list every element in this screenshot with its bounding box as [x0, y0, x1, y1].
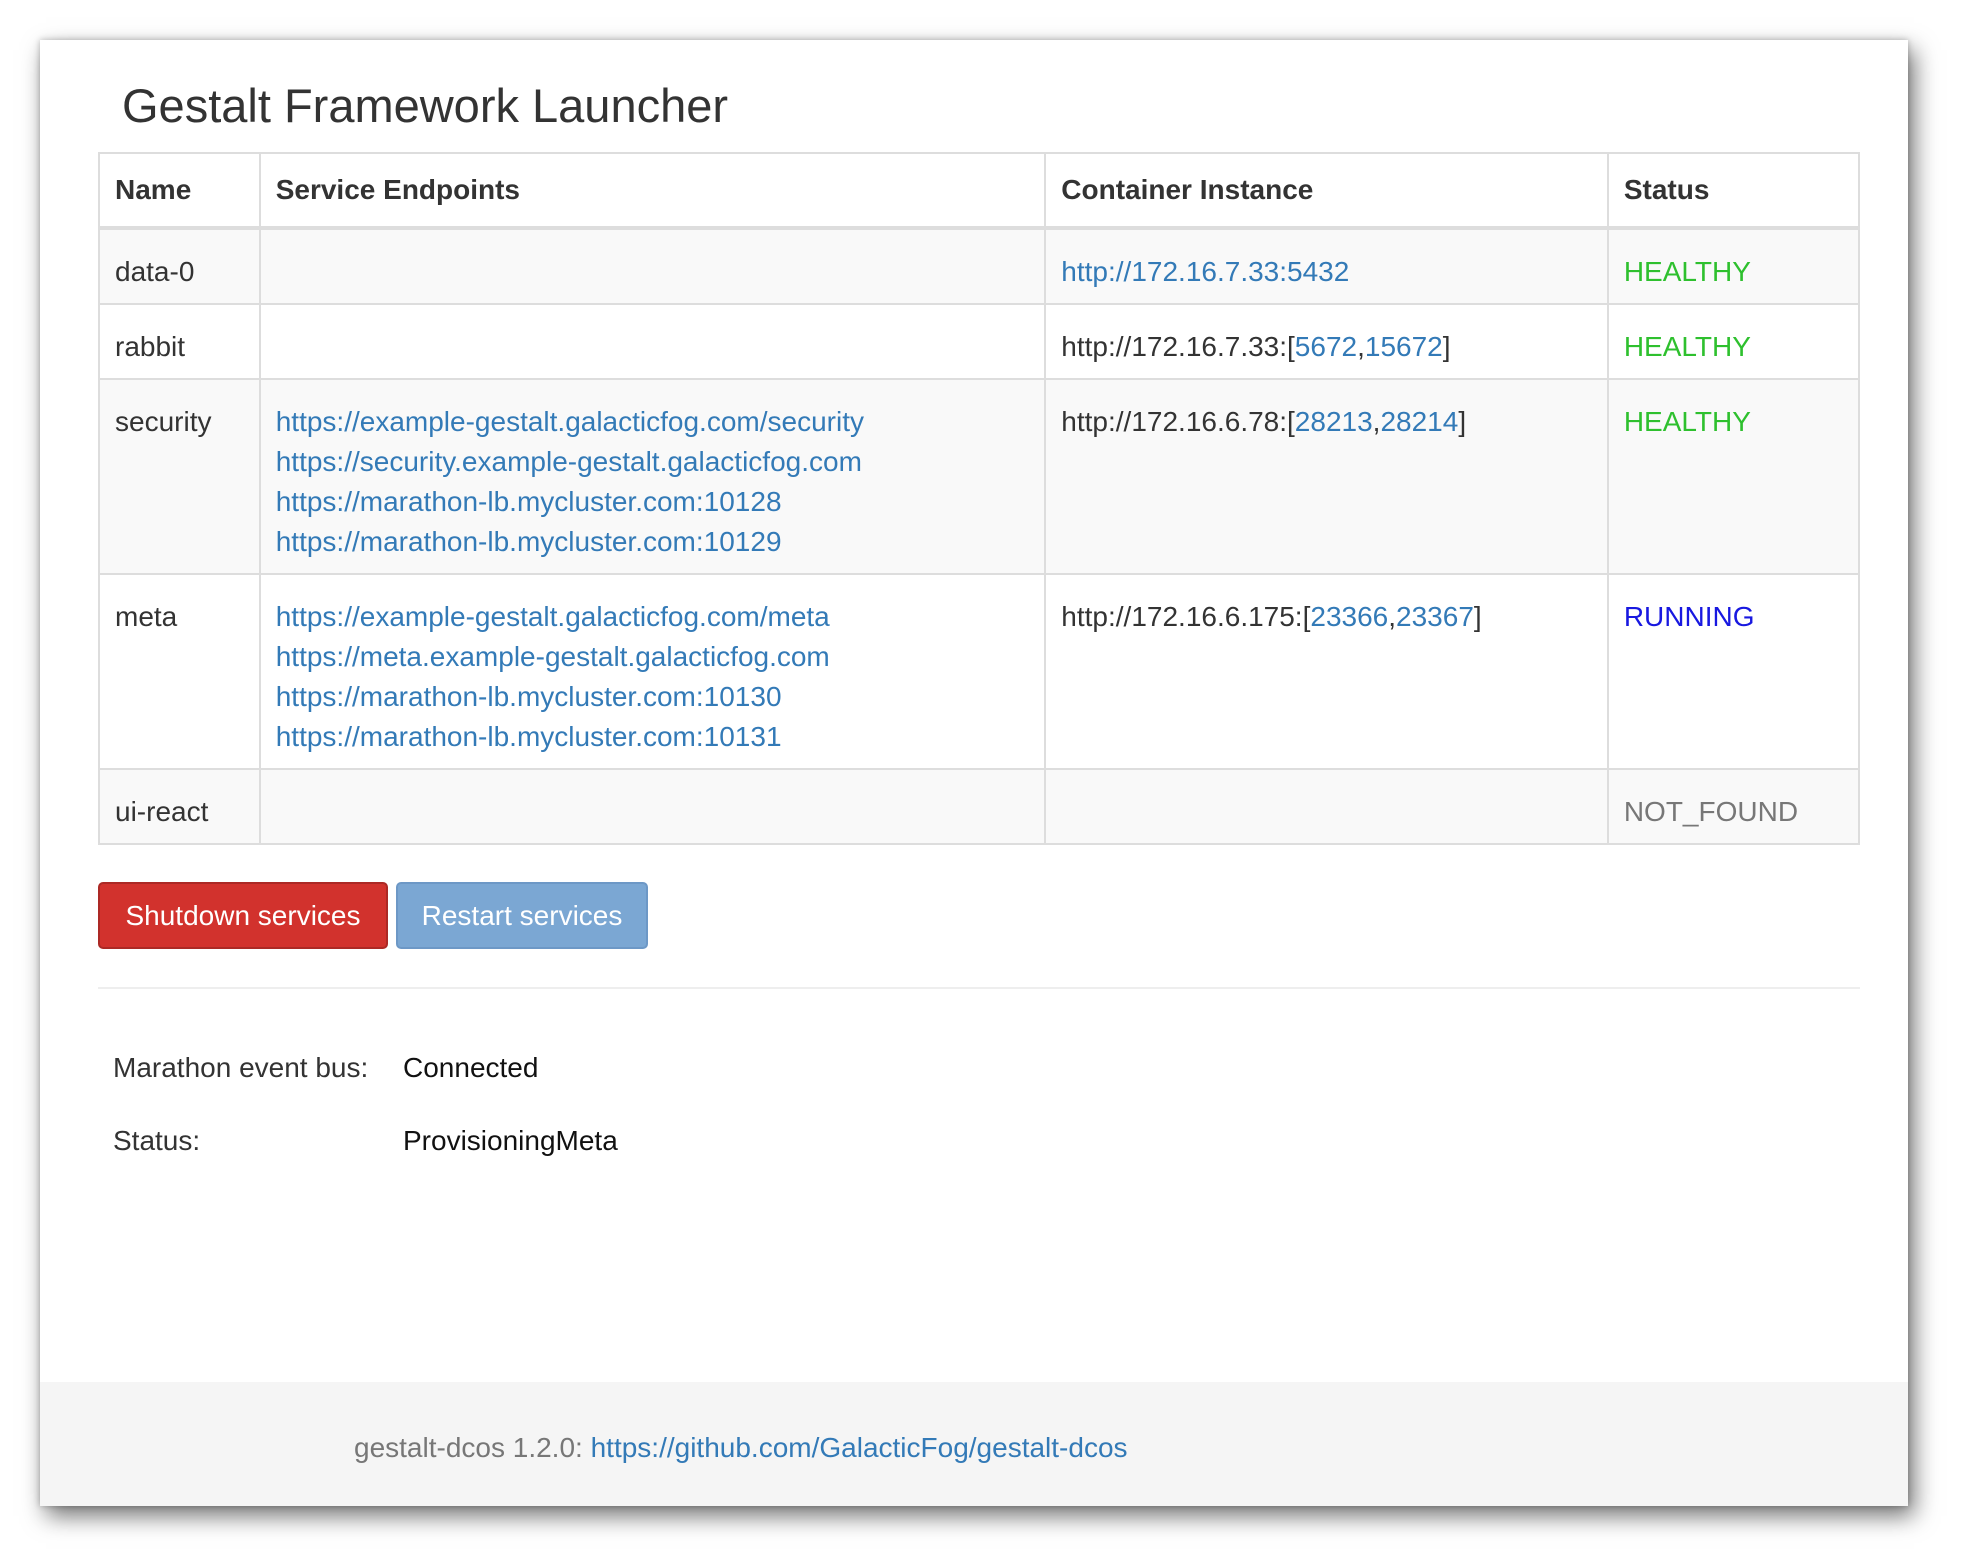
status-badge: RUNNING: [1606, 573, 1861, 770]
table-header-row: Name Service Endpoints Container Instanc…: [98, 152, 1861, 229]
event-bus-row: Marathon event bus: Connected: [113, 1052, 538, 1084]
footer-text: gestalt-dcos 1.2.0: https://github.com/G…: [354, 1432, 1128, 1464]
framework-status-label: Status:: [113, 1125, 201, 1156]
endpoint-link[interactable]: https://marathon-lb.mycluster.com:10130: [276, 677, 1030, 717]
endpoint-link[interactable]: https://example-gestalt.galacticfog.com/…: [276, 597, 1030, 637]
container-suffix: ]: [1458, 406, 1467, 437]
port-separator: ,: [1388, 601, 1397, 632]
service-name: security: [98, 378, 261, 575]
container-instance-cell: http://172.16.6.175:[23366,23367]: [1044, 573, 1609, 770]
port-link[interactable]: 23366: [1310, 601, 1388, 632]
container-instance-link[interactable]: http://172.16.7.33:5432: [1061, 256, 1349, 287]
endpoint-link[interactable]: https://security.example-gestalt.galacti…: [276, 442, 1030, 482]
container-instance-cell: http://172.16.6.78:[28213,28214]: [1044, 378, 1609, 575]
service-name: meta: [98, 573, 261, 770]
service-name: rabbit: [98, 303, 261, 380]
container-instance-cell: http://172.16.7.33:[5672,15672]: [1044, 303, 1609, 380]
endpoint-link[interactable]: https://marathon-lb.mycluster.com:10128: [276, 482, 1030, 522]
service-endpoints-cell: [258, 227, 1047, 305]
port-link[interactable]: 28213: [1295, 406, 1373, 437]
endpoint-link[interactable]: https://example-gestalt.galacticfog.com/…: [276, 402, 1030, 442]
port-link[interactable]: 5672: [1295, 331, 1357, 362]
restart-services-button[interactable]: Restart services: [396, 882, 648, 949]
app-window: Gestalt Framework Launcher Name Service …: [40, 40, 1908, 1506]
repo-link[interactable]: https://github.com/GalacticFog/gestalt-d…: [591, 1432, 1128, 1463]
container-host: http://172.16.6.175:[: [1061, 601, 1311, 632]
container-host: http://172.16.7.33:[: [1061, 331, 1295, 362]
status-badge: HEALTHY: [1606, 378, 1861, 575]
endpoint-link[interactable]: https://marathon-lb.mycluster.com:10131: [276, 717, 1030, 757]
table-row: rabbit http://172.16.7.33:[5672,15672] H…: [98, 303, 1861, 380]
service-endpoints-cell: https://example-gestalt.galacticfog.com/…: [258, 573, 1047, 770]
version-text: gestalt-dcos 1.2.0:: [354, 1432, 583, 1463]
port-link[interactable]: 15672: [1365, 331, 1443, 362]
footer: gestalt-dcos 1.2.0: https://github.com/G…: [40, 1382, 1908, 1506]
container-instance-cell: [1044, 768, 1609, 845]
shutdown-services-button[interactable]: Shutdown services: [98, 882, 388, 949]
framework-status-row: Status: ProvisioningMeta: [113, 1125, 618, 1157]
table-row: meta https://example-gestalt.galacticfog…: [98, 573, 1861, 770]
service-endpoints-cell: https://example-gestalt.galacticfog.com/…: [258, 378, 1047, 575]
status-badge: HEALTHY: [1606, 303, 1861, 380]
section-divider: [98, 987, 1860, 989]
container-suffix: ]: [1473, 601, 1482, 632]
container-suffix: ]: [1442, 331, 1451, 362]
service-endpoints-cell: [258, 768, 1047, 845]
container-host: http://172.16.6.78:[: [1061, 406, 1295, 437]
table-row: ui-react NOT_FOUND: [98, 768, 1861, 845]
service-endpoints-cell: [258, 303, 1047, 380]
endpoint-link[interactable]: https://marathon-lb.mycluster.com:10129: [276, 522, 1030, 562]
services-table: Name Service Endpoints Container Instanc…: [98, 152, 1861, 845]
column-header-name: Name: [98, 152, 261, 229]
column-header-service-endpoints: Service Endpoints: [258, 152, 1047, 229]
status-badge: NOT_FOUND: [1606, 768, 1861, 845]
event-bus-value: Connected: [403, 1052, 539, 1083]
container-instance-cell: http://172.16.7.33:5432: [1044, 227, 1609, 305]
table-row: security https://example-gestalt.galacti…: [98, 378, 1861, 575]
table-row: data-0 http://172.16.7.33:5432 HEALTHY: [98, 227, 1861, 305]
port-link[interactable]: 28214: [1380, 406, 1458, 437]
port-link[interactable]: 23367: [1396, 601, 1474, 632]
framework-status-value: ProvisioningMeta: [403, 1125, 618, 1156]
port-separator: ,: [1357, 331, 1365, 362]
event-bus-label: Marathon event bus:: [113, 1052, 369, 1083]
column-header-container-instance: Container Instance: [1044, 152, 1609, 229]
page-title: Gestalt Framework Launcher: [122, 79, 729, 132]
endpoint-link[interactable]: https://meta.example-gestalt.galacticfog…: [276, 637, 1030, 677]
service-name: ui-react: [98, 768, 261, 845]
status-badge: HEALTHY: [1606, 227, 1861, 305]
column-header-status: Status: [1606, 152, 1861, 229]
service-name: data-0: [98, 227, 261, 305]
